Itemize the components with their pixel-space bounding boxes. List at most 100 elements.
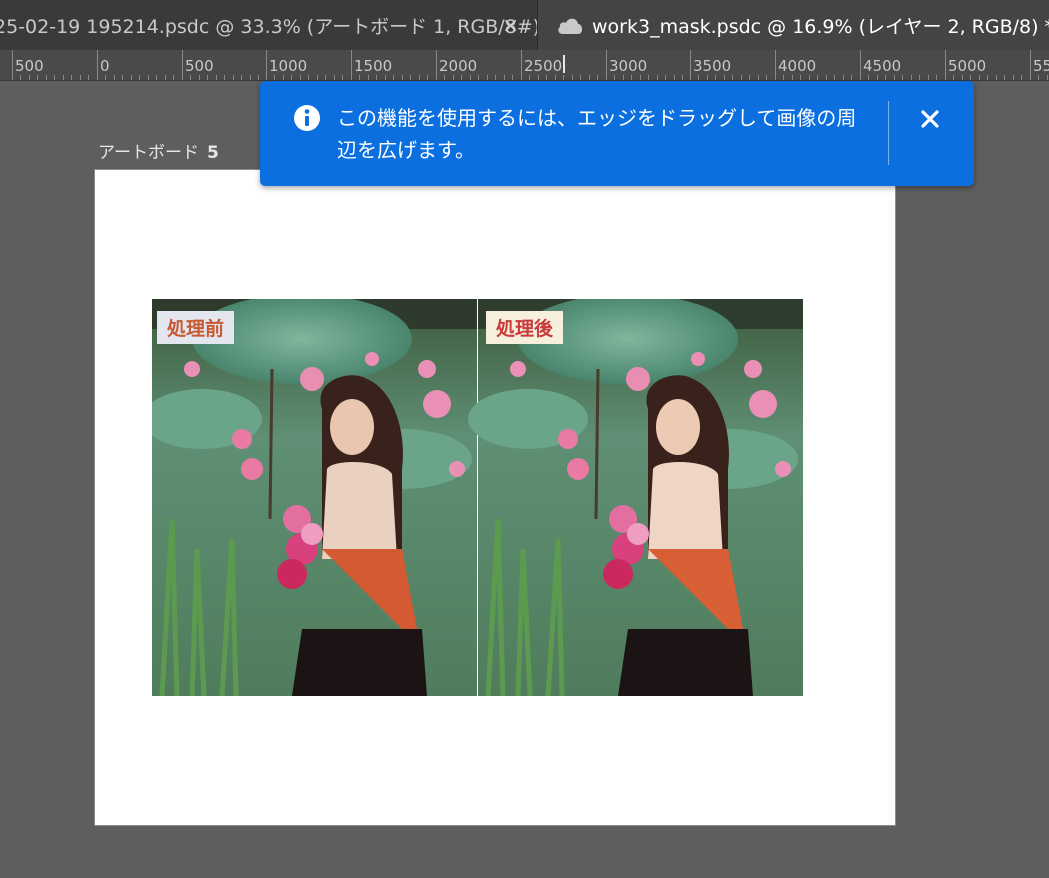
ruler-minor-tick bbox=[996, 75, 997, 80]
ruler-minor-tick bbox=[732, 75, 733, 80]
after-photo bbox=[468, 299, 803, 696]
ruler-minor-tick bbox=[283, 75, 284, 80]
ruler-minor-tick bbox=[504, 75, 505, 80]
ruler-minor-tick bbox=[809, 75, 810, 80]
ruler-minor-tick bbox=[470, 75, 471, 80]
ruler-minor-tick bbox=[741, 75, 742, 80]
horizontal-ruler[interactable]: 500 0 500 1000 1500 2000 2500 3000 3500 4000 4500 5… bbox=[0, 50, 1049, 81]
ruler-minor-tick bbox=[826, 75, 827, 80]
ruler-minor-tick bbox=[71, 75, 72, 80]
ruler-major-tick bbox=[436, 50, 437, 80]
ruler-minor-tick bbox=[631, 75, 632, 80]
ruler-minor-tick bbox=[114, 75, 115, 80]
tab-document-1[interactable]: 25-02-19 195214.psdc @ 33.3% (アートボード 1, … bbox=[0, 0, 537, 50]
ruler-minor-tick bbox=[928, 75, 929, 80]
ruler-minor-tick bbox=[894, 75, 895, 80]
ruler-minor-tick bbox=[207, 75, 208, 80]
ruler-minor-tick bbox=[385, 75, 386, 80]
ruler-minor-tick bbox=[419, 75, 420, 80]
ruler-minor-tick bbox=[444, 75, 445, 80]
ruler-minor-tick bbox=[359, 75, 360, 80]
ruler-minor-tick bbox=[368, 75, 369, 80]
ruler-minor-tick bbox=[156, 75, 157, 80]
ruler-minor-tick bbox=[29, 75, 30, 80]
ruler-minor-tick bbox=[919, 75, 920, 80]
ruler-label: 1000 bbox=[269, 57, 308, 75]
ruler-minor-tick bbox=[970, 75, 971, 80]
ruler-minor-tick bbox=[131, 75, 132, 80]
ruler-minor-tick bbox=[241, 75, 242, 80]
ruler-minor-tick bbox=[800, 75, 801, 80]
ruler-minor-tick bbox=[614, 75, 615, 80]
ruler-minor-tick bbox=[250, 75, 251, 80]
ruler-label: 55 bbox=[1033, 57, 1049, 75]
ruler-minor-tick bbox=[758, 75, 759, 80]
ruler-minor-tick bbox=[648, 75, 649, 80]
ruler-minor-tick bbox=[402, 75, 403, 80]
ruler-minor-tick bbox=[665, 75, 666, 80]
ruler-label: 5000 bbox=[948, 57, 987, 75]
ruler-minor-tick bbox=[88, 75, 89, 80]
ruler-major-tick bbox=[521, 50, 522, 80]
ruler-label: 2000 bbox=[439, 57, 478, 75]
ruler-minor-tick bbox=[843, 75, 844, 80]
ruler-minor-tick bbox=[199, 75, 200, 80]
ruler-major-tick bbox=[606, 50, 607, 80]
artboard-label[interactable]: アートボード 5 bbox=[98, 138, 219, 163]
tab-document-2[interactable]: work3_mask.psdc @ 16.9% (レイヤー 2, RGB/8) … bbox=[538, 0, 1049, 50]
cloud-icon bbox=[558, 18, 583, 34]
ruler-minor-tick bbox=[80, 75, 81, 80]
notification-divider bbox=[888, 101, 889, 165]
ruler-cursor-indicator bbox=[563, 55, 565, 73]
ruler-minor-tick bbox=[291, 75, 292, 80]
ruler-minor-tick bbox=[427, 75, 428, 80]
artboard-number: 5 bbox=[206, 143, 219, 163]
ruler-minor-tick bbox=[555, 75, 556, 80]
ruler-minor-tick bbox=[139, 75, 140, 80]
ruler-major-tick bbox=[12, 50, 13, 80]
ruler-minor-tick bbox=[410, 75, 411, 80]
tab-bar: 25-02-19 195214.psdc @ 33.3% (アートボード 1, … bbox=[0, 0, 1049, 50]
ruler-minor-tick bbox=[224, 75, 225, 80]
ruler-minor-tick bbox=[580, 75, 581, 80]
ruler-minor-tick bbox=[987, 75, 988, 80]
ruler-minor-tick bbox=[682, 75, 683, 80]
ruler-minor-tick bbox=[63, 75, 64, 80]
ruler-minor-tick bbox=[563, 75, 564, 80]
ruler-minor-tick bbox=[54, 75, 55, 80]
ruler-minor-tick bbox=[792, 75, 793, 80]
ruler-minor-tick bbox=[495, 75, 496, 80]
ruler-minor-tick bbox=[546, 75, 547, 80]
ruler-label: 0 bbox=[100, 57, 110, 75]
ruler-minor-tick bbox=[657, 75, 658, 80]
ruler-minor-tick bbox=[851, 75, 852, 80]
info-icon bbox=[294, 105, 320, 131]
ruler-minor-tick bbox=[979, 75, 980, 80]
comparison-image[interactable] bbox=[152, 299, 803, 696]
ruler-minor-tick bbox=[589, 75, 590, 80]
ruler-label: 1500 bbox=[354, 57, 393, 75]
notification-message: この機能を使用するには、エッジをドラッグして画像の周辺を広げます。 bbox=[337, 106, 857, 162]
ruler-label: 4000 bbox=[778, 57, 817, 75]
ruler-minor-tick bbox=[623, 75, 624, 80]
ruler-minor-tick bbox=[376, 75, 377, 80]
ruler-label: 500 bbox=[15, 57, 44, 75]
ruler-minor-tick bbox=[165, 75, 166, 80]
ruler-minor-tick bbox=[105, 75, 106, 80]
ruler-minor-tick bbox=[640, 75, 641, 80]
ruler-major-tick bbox=[775, 50, 776, 80]
notification-banner: この機能を使用するには、エッジをドラッグして画像の周辺を広げます。 bbox=[260, 81, 974, 186]
ruler-minor-tick bbox=[885, 75, 886, 80]
tab-close-icon[interactable]: × bbox=[502, 13, 519, 37]
ruler-minor-tick bbox=[674, 75, 675, 80]
ruler-minor-tick bbox=[1038, 75, 1039, 80]
ruler-minor-tick bbox=[317, 75, 318, 80]
ruler-label: 3500 bbox=[693, 57, 732, 75]
before-label: 処理前 bbox=[157, 311, 235, 344]
ruler-minor-tick bbox=[936, 75, 937, 80]
ruler-minor-tick bbox=[148, 75, 149, 80]
ruler-minor-tick bbox=[834, 75, 835, 80]
ruler-minor-tick bbox=[461, 75, 462, 80]
ruler-minor-tick bbox=[715, 75, 716, 80]
close-icon[interactable] bbox=[917, 106, 943, 132]
